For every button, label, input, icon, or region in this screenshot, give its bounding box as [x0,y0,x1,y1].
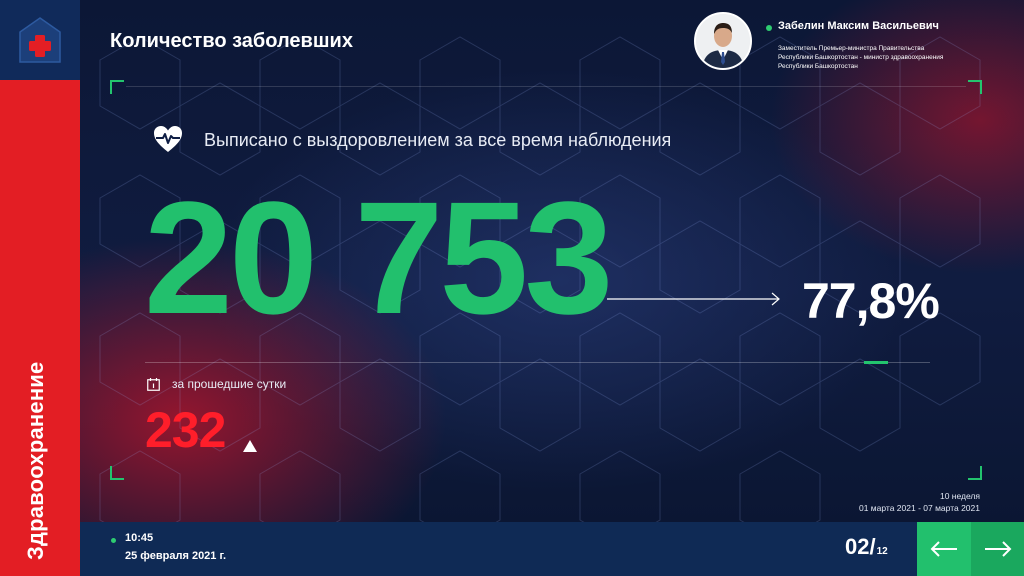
status-dot [111,538,116,543]
person-name: Забелин Максим Васильевич [778,20,939,32]
corner-bracket [110,466,124,480]
page-current: 02/ [845,534,876,559]
current-date: 25 февраля 2021 г. [125,550,227,562]
arrow-right-icon [984,541,1011,557]
arrow-right-icon [607,292,780,306]
up-arrow-icon [243,440,257,452]
page-indicator: 02/12 [845,534,888,560]
stat-subtitle: Выписано с выздоровлением за все время н… [204,130,672,150]
status-dot [766,25,772,31]
heart-pulse-icon [154,126,182,152]
divider [145,362,930,363]
sidebar-section-label: Здравоохранение [23,361,48,560]
person-role-line: Республики Башкортостан [778,63,858,70]
page-total: 12 [876,546,888,557]
corner-bracket [110,80,124,94]
next-page-button[interactable] [971,522,1024,576]
corner-bracket [968,466,982,480]
arrow-left-icon [930,541,957,557]
week-number: 10 неделя [939,491,980,501]
person-role-line: Заместитель Премьер-министра Правительст… [778,45,925,52]
avatar [694,12,752,70]
week-range: 01 марта 2021 - 07 марта 2021 [858,503,980,513]
page-title: Количество заболевших [110,30,353,52]
app-logo[interactable] [0,0,80,80]
person-role-line: Республики Башкортостан - министр здраво… [778,54,944,61]
total-recovered-value: 20 753 [144,168,613,347]
recovered-percent: 77,8% [802,273,940,329]
corner-bracket [968,80,982,94]
daily-label: за прошедшие сутки [172,377,287,391]
divider-accent [864,361,888,364]
person-photo-icon [696,14,750,68]
calendar-icon [147,378,160,391]
clock-time: 10:45 [125,532,154,544]
daily-value: 232 [145,402,226,458]
previous-page-button[interactable] [917,522,971,576]
week-info: 10 неделя 01 марта 2021 - 07 марта 2021 [859,490,980,514]
medical-cross-icon [19,17,61,63]
person-role: Заместитель Премьер-министра Правительст… [778,44,978,71]
